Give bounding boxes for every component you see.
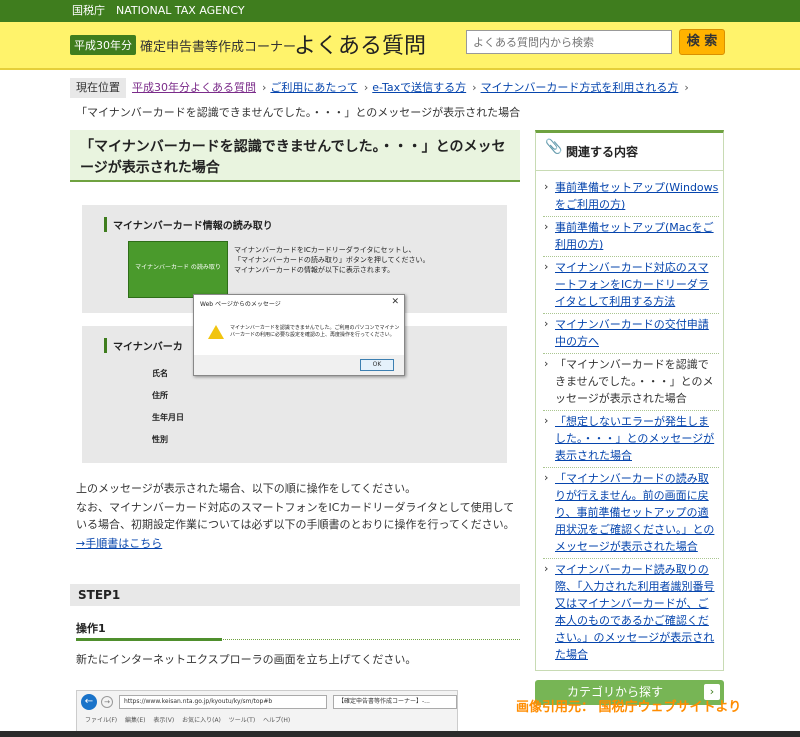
forward-arrow-icon: → xyxy=(101,696,113,708)
step-heading: STEP1 xyxy=(70,584,520,606)
chevron-right-icon: › xyxy=(472,81,477,94)
image-credit: 画像引用元： 国税庁ウェブサイトより xyxy=(516,700,742,715)
agency-name: 国税庁 NATIONAL TAX AGENCY xyxy=(72,4,245,17)
breadcrumb-link[interactable]: マイナンバーカード方式を利用される方 xyxy=(481,81,679,94)
related-content-sidebar: 📎関連する内容 事前準備セットアップ(Windowsをご利用の方) 事前準備セッ… xyxy=(535,130,724,671)
chevron-right-icon: › xyxy=(262,81,267,94)
related-item[interactable]: マイナンバーカード読み取りの際、「入力された利用者識別番号又はマイナンバーカード… xyxy=(543,559,719,666)
year-badge: 平成30年分 xyxy=(70,35,136,55)
breadcrumb-link[interactable]: ご利用にあたって xyxy=(270,81,357,94)
underline-accent xyxy=(76,638,222,641)
instruction-line: マイナンバーカードの情報が以下に表示されます。 xyxy=(234,266,395,274)
related-link[interactable]: 「想定しないエラーが発生しました。・・・」とのメッセージが表示された場合 xyxy=(555,415,714,462)
ok-button: OK xyxy=(360,359,394,371)
search-input[interactable] xyxy=(466,30,672,54)
related-list: 事前準備セットアップ(Windowsをご利用の方) 事前準備セットアップ(Mac… xyxy=(536,171,723,666)
body-text: 上のメッセージが表示された場合、以下の順に操作をしてください。 なお、マイナンバ… xyxy=(76,480,520,552)
procedure-link[interactable]: →手順書はこちら xyxy=(76,537,162,550)
search-button[interactable]: 検 索 xyxy=(679,29,725,55)
related-item[interactable]: マイナンバーカードの交付申請中の方へ xyxy=(543,314,719,354)
field-label: 住所 xyxy=(152,391,168,400)
related-link[interactable]: マイナンバーカードの交付申請中の方へ xyxy=(555,318,709,348)
corner-title[interactable]: 確定申告書等作成コーナー xyxy=(140,36,296,55)
dialog-title: Web ページからのメッセージ xyxy=(200,301,281,308)
faq-title: よくある質問 xyxy=(294,34,427,59)
sidebar-heading-text: 関連する内容 xyxy=(566,145,639,159)
related-item[interactable]: 「マイナンバーカードの読み取りが行えません。前の画面に戻り、事前準備セットアップ… xyxy=(543,468,719,559)
page-title: 「マイナンバーカードを認識できませんでした。・・・」とのメッセージが表示された場… xyxy=(80,139,506,176)
agency-bar: 国税庁 NATIONAL TAX AGENCY xyxy=(0,0,800,22)
operation-heading: 操作1 xyxy=(76,620,520,641)
related-item[interactable]: 事前準備セットアップ(Windowsをご利用の方) xyxy=(543,177,719,217)
paragraph: なお、マイナンバーカード対応のスマートフォンをICカードリーダライタとして使用し… xyxy=(76,501,515,531)
breadcrumb-current: 「マイナンバーカードを認識できませんでした。・・・」とのメッセージが表示された場… xyxy=(76,106,521,119)
related-link[interactable]: マイナンバーカード対応のスマートフォンをICカードリーダライタとして利用する方法 xyxy=(555,261,709,308)
card-instructions: マイナンバーカードをICカードリーダライタにセットし、 「マイナンバーカードの読… xyxy=(234,245,429,275)
dialog-footer: OK xyxy=(194,355,404,375)
card-read-button: マイナンバーカード の読み取り xyxy=(128,241,228,298)
related-item[interactable]: 「想定しないエラーが発生しました。・・・」とのメッセージが表示された場合 xyxy=(543,411,719,468)
close-icon: ✕ xyxy=(391,297,399,307)
breadcrumb-here-label: 現在位置 xyxy=(70,78,126,98)
page-title-box: 「マイナンバーカードを認識できませんでした。・・・」とのメッセージが表示された場… xyxy=(70,130,520,182)
chevron-right-icon: › xyxy=(363,81,369,94)
browser-screenshot: ← → https://www.keisan.nta.go.jp/kyoutu/… xyxy=(76,690,458,737)
back-arrow-icon: ← xyxy=(81,694,97,710)
address-bar: https://www.keisan.nta.go.jp/kyoutu/ky/s… xyxy=(119,695,327,709)
related-item-current: 「マイナンバーカードを認識できませんでした。・・・」とのメッセージが表示された場… xyxy=(543,354,719,411)
site-header: 平成30年分 確定申告書等作成コーナー よくある質問 検 索 xyxy=(0,22,800,70)
paperclip-icon: 📎 xyxy=(545,139,563,155)
instruction-line: 「マイナンバーカードの読み取り」ボタンを押してください。 xyxy=(234,256,430,264)
field-label: 性別 xyxy=(152,435,168,444)
panel-heading: マイナンバーカード情報の読み取り xyxy=(104,217,273,232)
taskbar-strip xyxy=(0,731,800,737)
field-label: 生年月日 xyxy=(152,413,184,422)
breadcrumb-link[interactable]: 平成30年分よくある質問 xyxy=(132,81,256,94)
dialog-message: マイナンバーカードを認識できませんでした。ご利用のパソコンでマイナンバーカードの… xyxy=(230,325,400,338)
related-item[interactable]: 事前準備セットアップ(Macをご利用の方) xyxy=(543,217,719,257)
related-current-text: 「マイナンバーカードを認識できませんでした。・・・」とのメッセージが表示された場… xyxy=(555,358,714,405)
browser-tab: 【確定申告書等作成コーナー】-... xyxy=(333,695,457,709)
chevron-right-icon: › xyxy=(684,81,689,94)
related-link[interactable]: 「マイナンバーカードの読み取りが行えません。前の画面に戻り、事前準備セットアップ… xyxy=(555,472,714,553)
breadcrumb-link[interactable]: e-Taxで送信する方 xyxy=(372,81,466,94)
related-item[interactable]: マイナンバーカード対応のスマートフォンをICカードリーダライタとして利用する方法 xyxy=(543,257,719,314)
error-dialog: Web ページからのメッセージ ✕ マイナンバーカードを認識できませんでした。ご… xyxy=(193,294,405,376)
instruction-line: マイナンバーカードをICカードリーダライタにセットし、 xyxy=(234,246,416,254)
sidebar-heading: 📎 関連する内容 xyxy=(536,133,723,171)
field-label: 氏名 xyxy=(152,369,168,378)
related-link[interactable]: 事前準備セットアップ(Macをご利用の方) xyxy=(555,221,714,251)
breadcrumb: 現在位置 平成30年分よくある質問 › ご利用にあたって › e-Taxで送信する方 › マイ… xyxy=(70,78,730,98)
paragraph: 上のメッセージが表示された場合、以下の順に操作をしてください。 xyxy=(76,482,417,495)
related-link[interactable]: 事前準備セットアップ(Windowsをご利用の方) xyxy=(555,181,718,211)
related-link[interactable]: マイナンバーカード読み取りの際、「入力された利用者識別番号又はマイナンバーカード… xyxy=(555,563,715,661)
operation-label: 操作1 xyxy=(76,622,106,635)
browser-menu: ファイル(F) 編集(E) 表示(V) お気に入り(A) ツール(T) ヘルプ(… xyxy=(85,717,291,724)
panel-heading: マイナンバーカ xyxy=(104,338,183,353)
operation-text: 新たにインターネットエクスプローラの画面を立ち上げてください。 xyxy=(76,653,417,666)
warning-icon xyxy=(208,325,224,339)
